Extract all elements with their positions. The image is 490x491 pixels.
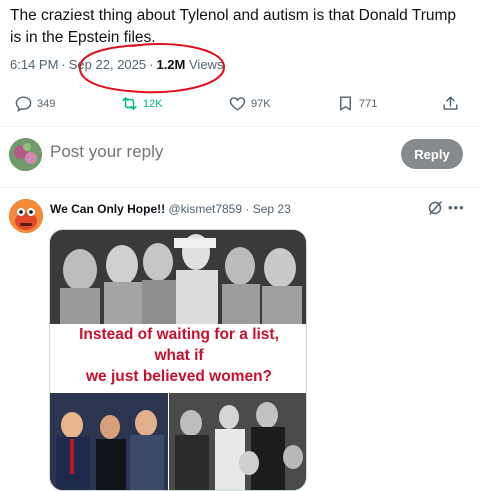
reply-author-name[interactable]: We Can Only Hope!! <box>50 202 165 216</box>
photo-group-top <box>50 230 306 328</box>
views-count[interactable]: 1.2M <box>156 57 185 72</box>
retweet-action[interactable]: 12K <box>120 94 163 113</box>
bookmark-count: 771 <box>359 97 378 110</box>
reply-count: 349 <box>37 97 56 110</box>
retweet-count: 12K <box>143 97 163 110</box>
caption-line-3: we just believed women? <box>85 368 273 385</box>
photo-bottom-right <box>169 393 306 490</box>
photo-bottom-left <box>50 393 168 490</box>
tweet-actions: 349 12K 97K 771 <box>0 92 480 120</box>
photo-people-silhouettes <box>50 230 306 328</box>
like-action[interactable]: 97K <box>228 94 271 113</box>
tweet-text: The craziest thing about Tylenol and aut… <box>10 7 457 46</box>
caption-line-1: Instead of waiting for a list, <box>79 326 279 343</box>
tweet-meta: 6:14 PM · Sep 22, 2025 · 1.2M Views <box>10 57 223 72</box>
meta-separator: · <box>61 57 66 72</box>
share-icon <box>443 96 458 110</box>
photo-people-bw <box>169 393 306 490</box>
photo-people-color <box>50 393 168 490</box>
caption-line-2: what if <box>154 347 204 364</box>
reply-input[interactable] <box>50 142 350 162</box>
reply-header: We Can Only Hope!! @kismet7859 · Sep 23 <box>50 202 291 216</box>
media-caption: Instead of waiting for a list, what if w… <box>50 324 306 392</box>
avatar-image <box>9 138 42 171</box>
tweet-date[interactable]: Sep 22, 2025 <box>69 57 146 72</box>
reply-action[interactable]: 349 <box>14 94 55 113</box>
meta-separator-2: · <box>149 57 154 72</box>
avatar-image <box>9 199 43 233</box>
reply-composer: Reply <box>0 132 480 178</box>
reply-button[interactable]: Reply <box>401 139 463 169</box>
reply-bubble-icon <box>15 96 32 112</box>
divider-top <box>0 126 480 127</box>
bookmark-action[interactable]: 771 <box>336 94 377 113</box>
reply-media-image[interactable]: Instead of waiting for a list, what if w… <box>49 229 307 491</box>
reply-date[interactable]: Sep 23 <box>253 202 291 216</box>
user-avatar[interactable] <box>9 138 42 171</box>
retweet-icon <box>122 97 137 110</box>
tweet-time[interactable]: 6:14 PM <box>10 57 58 72</box>
reply-separator: · <box>245 202 250 216</box>
reply-author-avatar[interactable] <box>9 199 43 233</box>
views-label: Views <box>189 57 224 72</box>
reply-author-handle[interactable]: @kismet7859 <box>168 202 242 216</box>
heart-icon <box>229 97 246 111</box>
more-options-icon[interactable]: ••• <box>448 200 465 215</box>
divider-bottom <box>0 187 480 188</box>
like-count: 97K <box>251 97 271 110</box>
share-action[interactable] <box>441 94 464 113</box>
bookmark-icon <box>340 96 351 111</box>
grok-icon[interactable] <box>427 200 443 216</box>
